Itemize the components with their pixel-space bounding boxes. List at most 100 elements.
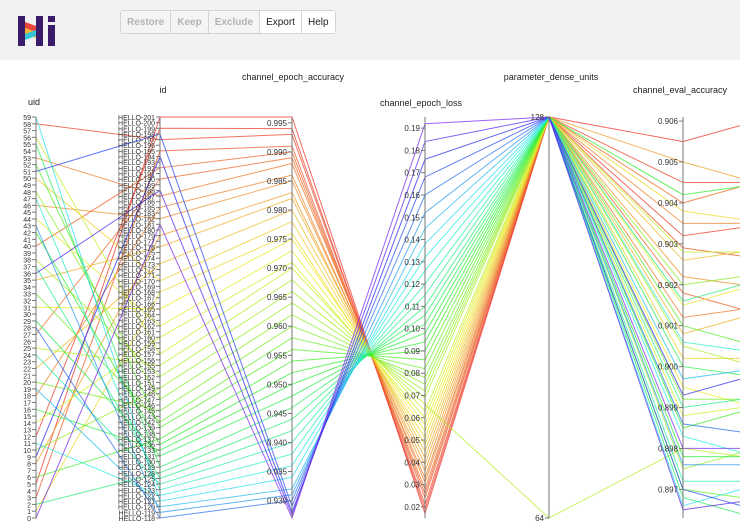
tick-label-channel_epoch_accuracy: 0.960	[267, 322, 288, 331]
tick-label-uid: 21	[23, 373, 31, 380]
tick-label-uid: 29	[23, 319, 31, 326]
tick-label-channel_eval_accuracy: 0.898	[658, 444, 679, 453]
tick-label-uid: 32	[23, 299, 31, 306]
tick-label-uid: 9	[27, 455, 31, 462]
axis-label-channel_eval_accuracy[interactable]: channel_eval_accuracy	[633, 85, 728, 95]
tick-label-uid: 22	[23, 366, 31, 373]
tick-label-channel_epoch_loss: 0.05	[404, 436, 420, 445]
keep-button[interactable]: Keep	[171, 11, 209, 33]
tick-label-channel_epoch_loss: 0.06	[404, 414, 420, 423]
tick-label-uid: 13	[23, 428, 31, 435]
tick-label-id: HELLO-201	[118, 115, 155, 122]
tick-label-channel_epoch_accuracy: 0.985	[267, 177, 288, 186]
tick-label-channel_eval_accuracy: 0.901	[658, 322, 679, 331]
tick-label-uid: 55	[23, 142, 31, 149]
axis-label-channel_epoch_accuracy[interactable]: channel_epoch_accuracy	[242, 72, 345, 82]
tick-label-uid: 37	[23, 265, 31, 272]
help-button[interactable]: Help	[301, 11, 335, 33]
export-button[interactable]: Export	[260, 11, 302, 33]
tick-label-channel_epoch_accuracy: 0.955	[267, 351, 288, 360]
tick-label-channel_epoch_loss: 0.07	[404, 391, 420, 400]
tick-label-uid: 59	[23, 115, 31, 122]
tick-label-uid: 46	[23, 203, 31, 210]
tick-label-parameter_dense_units: 64	[535, 514, 544, 523]
tick-label-uid: 54	[23, 149, 31, 156]
tick-label-uid: 43	[23, 224, 31, 231]
tick-label-uid: 44	[23, 217, 31, 224]
tick-label-channel_eval_accuracy: 0.903	[658, 240, 679, 249]
tick-label-uid: 8	[27, 462, 31, 469]
tick-label-uid: 10	[23, 448, 31, 455]
tick-label-uid: 28	[23, 326, 31, 333]
tick-label-channel_epoch_loss: 0.12	[404, 280, 420, 289]
tick-label-uid: 42	[23, 231, 31, 238]
tick-label-uid: 45	[23, 210, 31, 217]
tick-label-uid: 4	[27, 489, 31, 496]
axis-label-parameter_dense_units[interactable]: parameter_dense_units	[504, 72, 599, 82]
tick-label-channel_eval_accuracy: 0.902	[658, 281, 679, 290]
tick-label-uid: 16	[23, 407, 31, 414]
tick-label-uid: 34	[23, 285, 31, 292]
tick-label-channel_epoch_loss: 0.09	[404, 347, 420, 356]
tick-label-channel_epoch_loss: 0.10	[404, 325, 420, 334]
tick-label-channel_eval_accuracy: 0.906	[658, 117, 679, 126]
tick-label-uid: 6	[27, 475, 31, 482]
tick-label-channel_eval_accuracy: 0.904	[658, 199, 679, 208]
tick-label-uid: 2	[27, 502, 31, 509]
axis-label-id[interactable]: id	[159, 85, 166, 95]
axis-label-channel_epoch_loss[interactable]: channel_epoch_loss	[380, 98, 463, 108]
tick-label-uid: 35	[23, 278, 31, 285]
tick-label-uid: 25	[23, 346, 31, 353]
tick-label-uid: 56	[23, 135, 31, 142]
tick-label-uid: 33	[23, 292, 31, 299]
tick-label-uid: 36	[23, 271, 31, 278]
tick-label-uid: 53	[23, 156, 31, 163]
tick-label-channel_epoch_loss: 0.14	[404, 236, 420, 245]
tick-label-channel_epoch_accuracy: 0.980	[267, 206, 288, 215]
tick-label-uid: 0	[27, 516, 31, 523]
tick-label-uid: 41	[23, 237, 31, 244]
tick-label-uid: 20	[23, 380, 31, 387]
axis-id: idHELLO-118HELLO-119HELLO-120HELLO-121HE…	[118, 85, 166, 523]
tick-label-uid: 24	[23, 353, 31, 360]
tick-label-channel_epoch_loss: 0.18	[404, 146, 420, 155]
tick-label-uid: 38	[23, 258, 31, 265]
tick-label-channel_epoch_accuracy: 0.950	[267, 380, 288, 389]
tick-label-uid: 17	[23, 400, 31, 407]
tick-label-channel_epoch_accuracy: 0.945	[267, 409, 288, 418]
tick-label-channel_epoch_loss: 0.16	[404, 191, 420, 200]
tick-label-channel_eval_accuracy: 0.905	[658, 158, 679, 167]
tick-label-uid: 31	[23, 305, 31, 312]
tick-label-uid: 52	[23, 163, 31, 170]
tick-label-uid: 12	[23, 434, 31, 441]
tick-label-uid: 27	[23, 332, 31, 339]
tick-label-channel_epoch_accuracy: 0.965	[267, 293, 288, 302]
tick-label-channel_epoch_loss: 0.02	[404, 503, 420, 512]
tick-label-uid: 58	[23, 122, 31, 129]
tick-label-uid: 7	[27, 468, 31, 475]
tick-label-channel_eval_accuracy: 0.897	[658, 485, 679, 494]
tick-label-channel_epoch_loss: 0.17	[404, 169, 420, 178]
tick-label-channel_epoch_accuracy: 0.995	[267, 119, 288, 128]
tick-label-channel_epoch_accuracy: 0.930	[267, 497, 288, 506]
parallel-coordinates-plot[interactable]: uid0123456789101112131415161718192021222…	[0, 60, 740, 530]
axis-label-uid[interactable]: uid	[28, 97, 40, 107]
tick-label-uid: 50	[23, 176, 31, 183]
tick-label-uid: 30	[23, 312, 31, 319]
tick-label-uid: 26	[23, 339, 31, 346]
exclude-button[interactable]: Exclude	[208, 11, 261, 33]
tick-label-uid: 15	[23, 414, 31, 421]
tick-label-channel_epoch_loss: 0.03	[404, 481, 420, 490]
tick-label-uid: 3	[27, 496, 31, 503]
hiplot-logo	[14, 13, 62, 49]
tick-label-parameter_dense_units: 128	[531, 113, 545, 122]
restore-button[interactable]: Restore	[121, 11, 172, 33]
tick-label-uid: 47	[23, 197, 31, 204]
tick-label-uid: 49	[23, 183, 31, 190]
tick-label-uid: 5	[27, 482, 31, 489]
axis-uid: uid0123456789101112131415161718192021222…	[23, 97, 40, 523]
tick-label-channel_epoch_loss: 0.11	[405, 302, 421, 311]
tick-label-uid: 48	[23, 190, 31, 197]
tick-label-channel_eval_accuracy: 0.899	[658, 404, 679, 413]
tick-label-channel_epoch_accuracy: 0.970	[267, 264, 288, 273]
